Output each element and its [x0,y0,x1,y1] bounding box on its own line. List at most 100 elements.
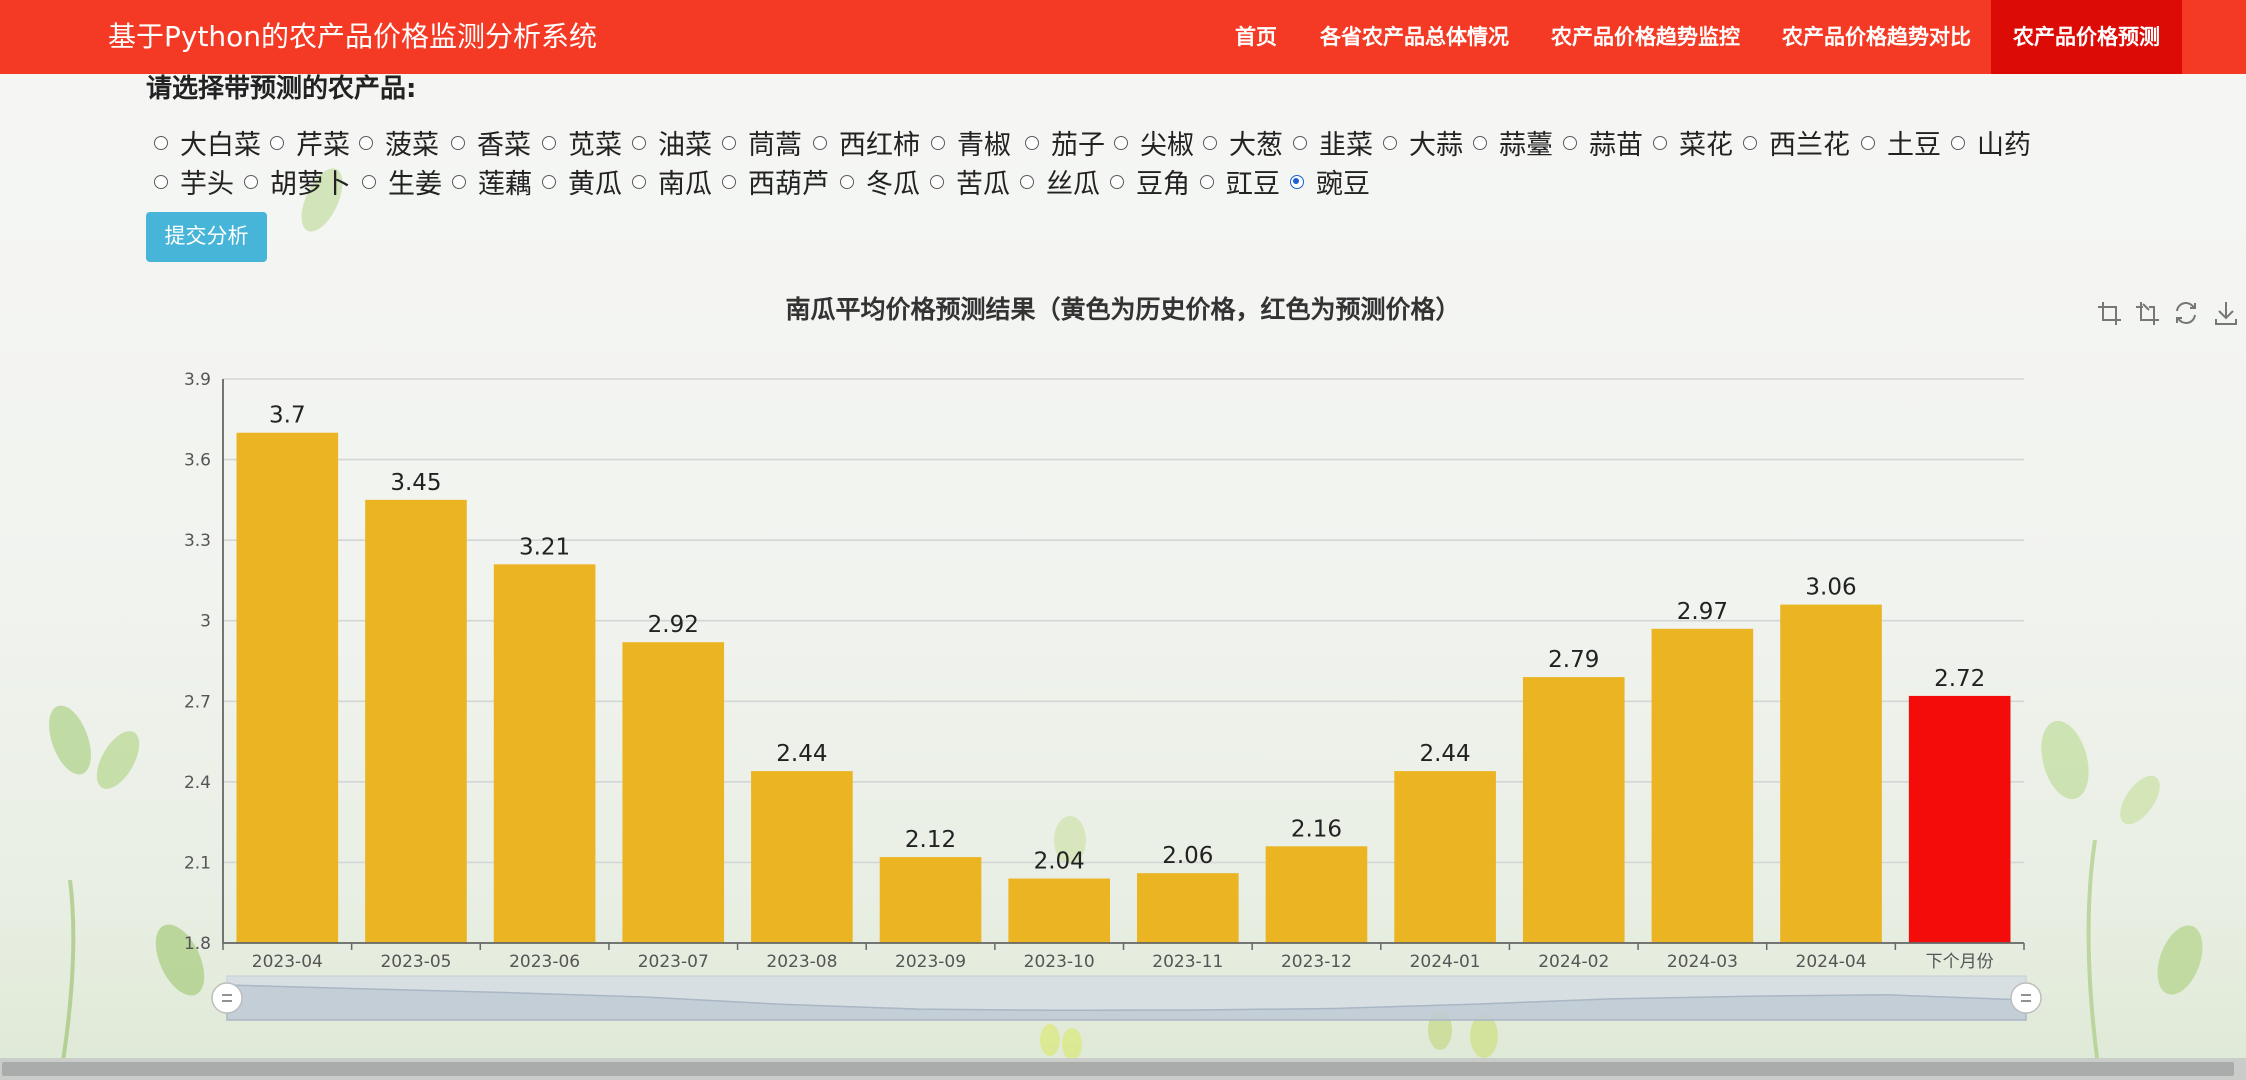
nav-item-trend-monitor[interactable]: 农产品价格趋势监控 [1551,0,1740,74]
product-option-sigua[interactable]: 丝瓜 [1020,162,1100,201]
history-bar[interactable] [236,432,339,943]
radio-huanggua[interactable] [542,174,556,189]
product-option-xiangcai[interactable]: 香菜 [451,123,531,162]
y-tick-label: 3 [200,612,211,632]
history-bar[interactable] [1008,878,1110,943]
history-bar[interactable] [751,771,853,943]
zoom-reset-icon[interactable] [2132,298,2162,328]
history-bar[interactable] [1522,677,1625,943]
product-option-donggua[interactable]: 冬瓜 [840,162,920,201]
product-option-xiancai[interactable]: 苋菜 [542,123,622,162]
radio-jiucai[interactable] [1293,135,1307,150]
product-option-shanyao[interactable]: 山药 [1951,123,2031,162]
submit-analysis-button[interactable]: 提交分析 [146,212,267,262]
product-option-dasuan[interactable]: 大蒜 [1383,123,1463,162]
product-option-jianjiao[interactable]: 尖椒 [1114,123,1194,162]
history-bar[interactable] [1651,628,1754,943]
product-option-xilanhua[interactable]: 西兰花 [1743,123,1850,162]
radio-shanyao[interactable] [1951,135,1965,150]
product-option-bocai[interactable]: 菠菜 [359,123,439,162]
product-option-youcai[interactable]: 油菜 [632,123,712,162]
forecast-bar[interactable] [1908,695,2011,943]
radio-caihua[interactable] [1653,135,1667,150]
radio-lianou[interactable] [452,174,466,189]
nav-item-province-overview[interactable]: 各省农产品总体情况 [1320,0,1509,74]
radio-doujiao[interactable] [1110,174,1124,189]
radio-qincai[interactable] [270,135,284,150]
history-bar[interactable] [1137,873,1239,943]
radio-xihongshi[interactable] [813,135,827,150]
data-zoom-handle-knob[interactable] [2010,982,2042,1014]
radio-qiezi[interactable] [1025,135,1039,150]
history-bar[interactable] [493,564,596,943]
y-tick-label: 3.9 [184,370,211,390]
product-option-shengjiang[interactable]: 生姜 [362,162,442,201]
history-bar[interactable] [1265,846,1368,943]
product-option-huluobo[interactable]: 胡萝卜 [244,162,351,201]
product-option-caihua[interactable]: 菜花 [1653,123,1733,162]
radio-xihulu[interactable] [722,174,736,189]
product-option-qincai[interactable]: 芹菜 [270,123,350,162]
product-option-suanmiao[interactable]: 蒜苗 [1563,123,1643,162]
product-option-qingjiao[interactable]: 青椒 [931,123,1011,162]
radio-kugua[interactable] [930,174,944,189]
history-bar[interactable] [1394,771,1496,943]
history-bar[interactable] [622,642,725,943]
nav-item-price-forecast[interactable]: 农产品价格预测 [1991,0,2182,74]
download-icon[interactable] [2211,298,2241,328]
product-option-dacong[interactable]: 大葱 [1203,123,1283,162]
data-zoom-handle-right[interactable] [2010,982,2042,1014]
radio-wandou[interactable] [1290,174,1304,189]
radio-yutou[interactable] [154,174,168,189]
nav-item-trend-compare[interactable]: 农产品价格趋势对比 [1782,0,1971,74]
data-zoom-handle-left[interactable] [211,982,243,1014]
product-option-tonghao[interactable]: 茼蒿 [722,123,802,162]
product-option-jiucai[interactable]: 韭菜 [1293,123,1373,162]
product-option-tudou[interactable]: 土豆 [1861,123,1941,162]
radio-donggua[interactable] [840,174,854,189]
product-option-wandou[interactable]: 豌豆 [1290,162,1370,201]
radio-huluobo[interactable] [244,174,258,189]
radio-suanmiao[interactable] [1563,135,1577,150]
radio-shengjiang[interactable] [362,174,376,189]
product-option-nangua[interactable]: 南瓜 [632,162,712,201]
radio-tudou[interactable] [1861,135,1875,150]
y-tick-label: 2.7 [184,692,211,712]
product-option-qiezi[interactable]: 茄子 [1025,123,1105,162]
radio-bocai[interactable] [359,135,373,150]
product-option-lianou[interactable]: 莲藕 [452,162,532,201]
radio-xilanhua[interactable] [1743,135,1757,150]
radio-xiangcai[interactable] [451,135,465,150]
product-option-xihulu[interactable]: 西葫芦 [722,162,829,201]
radio-dabaicai[interactable] [154,135,168,150]
radio-suantai[interactable] [1473,135,1487,150]
product-option-dabaicai[interactable]: 大白菜 [154,123,261,162]
data-zoom-handle-knob[interactable] [211,982,243,1014]
product-option-jiangdou[interactable]: 豇豆 [1200,162,1280,201]
radio-sigua[interactable] [1020,174,1034,189]
history-bar[interactable] [365,499,467,943]
history-bar[interactable] [1780,604,1882,943]
product-option-doujiao[interactable]: 豆角 [1110,162,1190,201]
restore-icon[interactable] [2171,298,2201,328]
nav-item-home[interactable]: 首页 [1235,0,1277,74]
zoom-icon[interactable] [2094,298,2124,328]
product-option-huanggua[interactable]: 黄瓜 [542,162,622,201]
radio-dasuan[interactable] [1383,135,1397,150]
radio-tonghao[interactable] [722,135,736,150]
product-option-xihongshi[interactable]: 西红柿 [813,123,920,162]
horizontal-scrollbar-thumb[interactable] [2,1062,2234,1076]
history-bar[interactable] [879,857,982,943]
radio-nangua[interactable] [632,174,646,189]
horizontal-scrollbar[interactable] [0,1058,2246,1080]
data-zoom-slider[interactable] [211,975,2042,1021]
product-option-suantai[interactable]: 蒜薹 [1473,123,1553,162]
radio-youcai[interactable] [632,135,646,150]
product-option-kugua[interactable]: 苦瓜 [930,162,1010,201]
radio-jiangdou[interactable] [1200,174,1214,189]
radio-xiancai[interactable] [542,135,556,150]
radio-jianjiao[interactable] [1114,135,1128,150]
radio-dacong[interactable] [1203,135,1217,150]
radio-qingjiao[interactable] [931,135,945,150]
product-option-yutou[interactable]: 芋头 [154,162,234,201]
